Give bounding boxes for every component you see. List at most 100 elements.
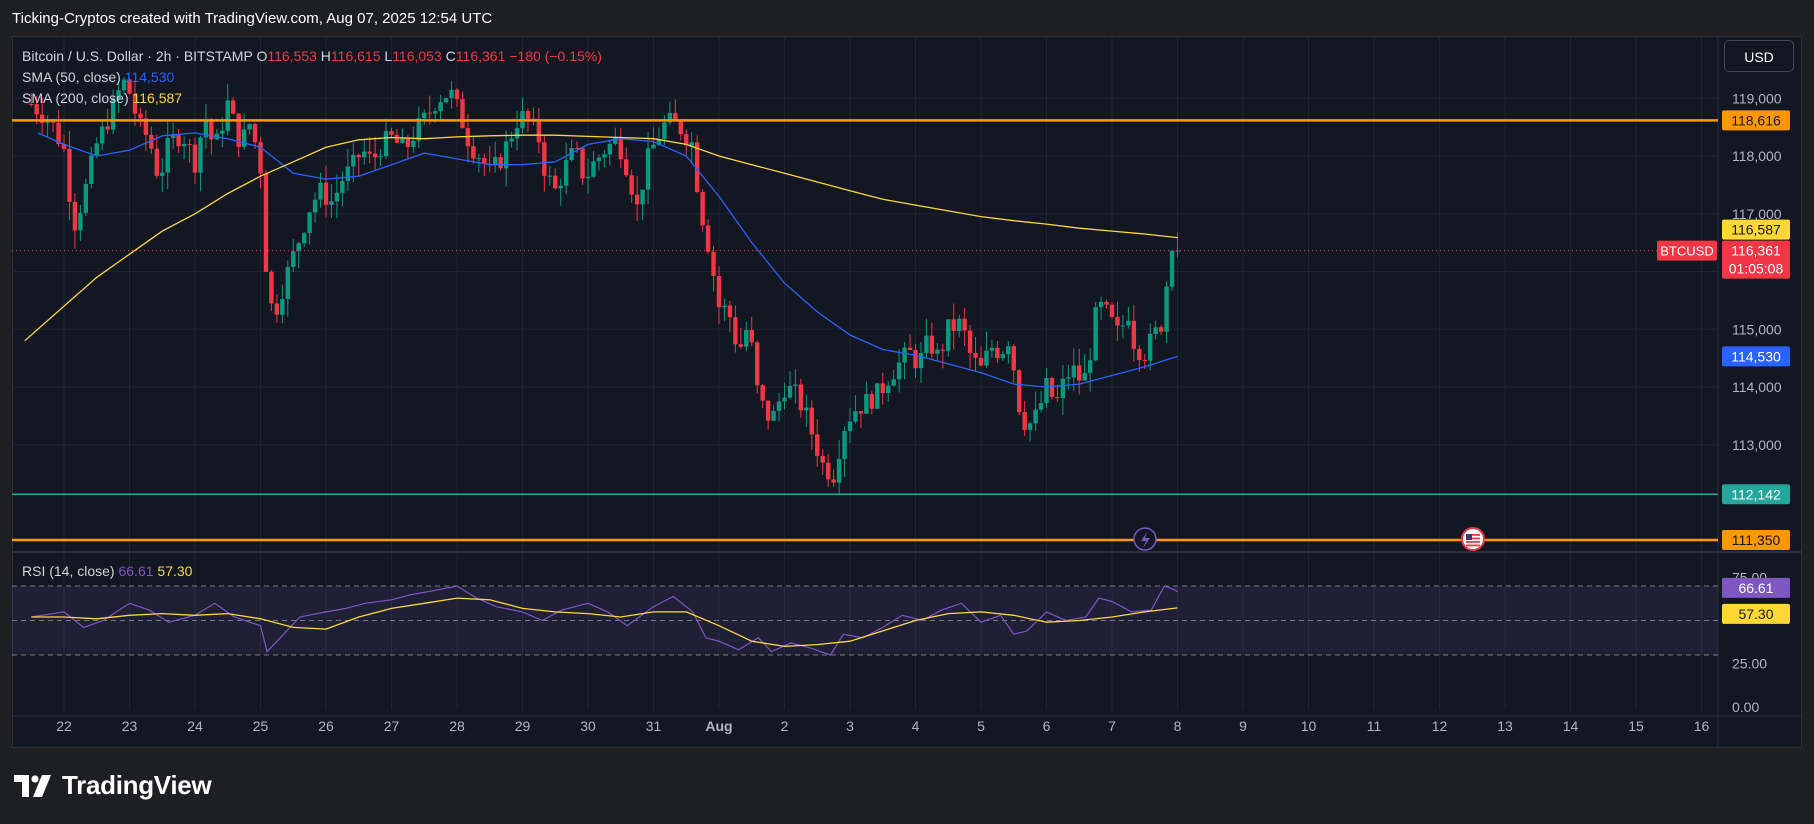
candle-body: [498, 157, 503, 169]
candle-body: [755, 342, 760, 386]
candle-body: [825, 462, 831, 480]
rsi-legend-value: 66.61: [118, 563, 154, 579]
candle: [296, 241, 301, 269]
candle: [1164, 281, 1169, 343]
candle: [1115, 301, 1120, 341]
candle-body: [94, 143, 99, 156]
candle: [1153, 320, 1158, 340]
candle: [700, 189, 705, 232]
rsi-tick-label: 0.00: [1732, 699, 1759, 715]
change-value: −180 (−0.15%): [509, 48, 602, 64]
candle: [154, 134, 159, 179]
candle-body: [896, 362, 902, 380]
candle: [1011, 344, 1016, 384]
candle: [705, 219, 711, 254]
candle-body: [929, 335, 935, 354]
candle: [1169, 250, 1175, 291]
rsi-legend[interactable]: RSI (14, close) 66.61 57.30: [22, 563, 192, 579]
candle-body: [514, 128, 520, 139]
candle-body: [869, 393, 875, 409]
candle-body: [831, 479, 836, 483]
candle: [340, 171, 345, 207]
candle: [45, 114, 50, 138]
candle-body: [624, 159, 629, 176]
candle-body: [307, 212, 312, 234]
time-tick-label: 10: [1301, 718, 1317, 734]
candle: [411, 126, 416, 153]
candle-body: [782, 397, 787, 402]
chart-canvas[interactable]: 113,000114,000115,000116,000117,000118,0…: [0, 0, 1814, 824]
candle: [776, 393, 782, 422]
time-tick-label: 8: [1174, 718, 1182, 734]
candle-body: [1142, 360, 1147, 362]
candle-body: [176, 135, 181, 147]
candle: [563, 142, 569, 195]
candle: [1158, 325, 1164, 336]
candle-body: [72, 201, 78, 231]
candle-body: [318, 182, 323, 200]
sma50-row[interactable]: SMA (50, close) 114,530: [22, 67, 602, 88]
candle-body: [1098, 301, 1104, 308]
time-tick-label: 26: [318, 718, 334, 734]
candle-body: [1153, 327, 1158, 334]
candle-body: [252, 124, 258, 143]
candle-body: [1022, 412, 1027, 430]
candle: [291, 239, 296, 273]
candle: [858, 410, 864, 428]
candle: [1006, 340, 1011, 364]
tradingview-logo-icon: [14, 774, 51, 797]
candle-body: [875, 383, 880, 409]
candle-body: [301, 233, 307, 244]
candle: [553, 168, 558, 190]
tradingview-logo[interactable]: TradingView: [14, 770, 212, 801]
high-label: H: [320, 48, 331, 64]
candle-body: [815, 434, 820, 456]
candle: [1131, 305, 1137, 362]
candle-body: [924, 335, 929, 354]
candle-body: [432, 111, 438, 114]
candle-body: [383, 131, 389, 157]
candle-body: [536, 118, 542, 143]
candle-body: [351, 154, 356, 167]
candle: [771, 404, 776, 422]
candle-body: [67, 148, 72, 202]
sma200-legend-value: 116,587: [132, 90, 183, 106]
time-tick-label: 4: [912, 718, 920, 734]
candle: [1109, 302, 1115, 320]
candle-body: [345, 166, 351, 181]
candle: [394, 128, 400, 144]
candle: [907, 334, 913, 351]
candle: [487, 145, 492, 173]
sma200-row[interactable]: SMA (200, close) 116,587: [22, 88, 602, 109]
candle: [1066, 364, 1071, 390]
flag-stripe: [1466, 544, 1480, 547]
candle: [1022, 400, 1027, 437]
candle-body: [1158, 327, 1164, 332]
candle-body: [804, 407, 809, 411]
candle-body: [842, 431, 847, 459]
candle: [1027, 421, 1033, 442]
candle-body: [372, 153, 378, 158]
rsi-price-tag-text: 66.61: [1738, 580, 1773, 596]
currency-button[interactable]: USD: [1724, 40, 1794, 72]
candle: [640, 189, 645, 221]
candle-body: [629, 175, 634, 195]
candle-body: [1120, 325, 1126, 327]
candle-body: [776, 401, 782, 411]
candle: [356, 153, 361, 176]
candle-body: [591, 161, 596, 177]
symbol-title[interactable]: Bitcoin / U.S. Dollar · 2h · BITSTAMP: [22, 48, 253, 64]
candle: [629, 169, 634, 203]
candle: [514, 110, 520, 151]
time-tick-label: Aug: [705, 718, 732, 734]
time-tick-label: 28: [449, 718, 465, 734]
time-tick-label: 15: [1628, 718, 1644, 734]
sma50-price-tag-text: 114,530: [1731, 348, 1781, 364]
candle-body: [553, 175, 558, 189]
candle: [580, 147, 585, 186]
candle-body: [329, 201, 334, 205]
time-tick-label: 14: [1563, 718, 1579, 734]
high-value: 116,615: [330, 48, 381, 64]
candle-body: [1017, 370, 1022, 413]
candle-body: [1000, 354, 1006, 359]
